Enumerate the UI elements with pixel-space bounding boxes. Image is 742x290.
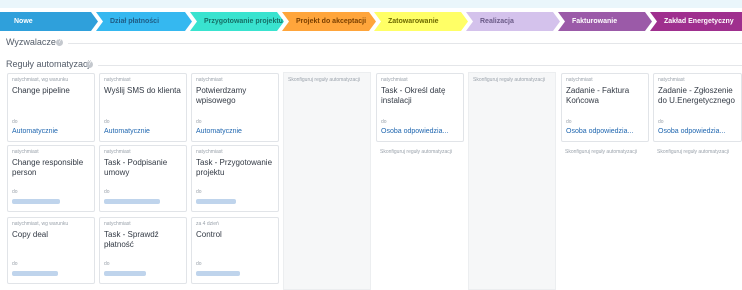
rule-condition: za 4 dzień <box>196 221 219 227</box>
rule-do-label: do <box>12 261 18 267</box>
configure-rules-link[interactable]: Skonfiguruj reguły automatyzacji <box>288 77 360 83</box>
rule-card-sms[interactable]: natychmiast Wyślij SMS do klienta do Aut… <box>99 73 187 142</box>
rule-responsible[interactable]: Automatycznie <box>12 128 58 135</box>
automation-help-icon[interactable]: ? <box>86 61 93 68</box>
rule-condition: natychmiast <box>566 77 593 83</box>
rule-title: Task - Sprawdź płatność <box>104 230 159 249</box>
redacted-responsible <box>12 271 58 276</box>
stage-przygotowanie-projektu[interactable]: Przygotowanie projektu <box>190 12 284 31</box>
rule-condition: natychmiast <box>104 221 131 227</box>
rule-condition: natychmiast <box>196 149 223 155</box>
redacted-responsible <box>196 271 240 276</box>
rule-title: Task - Przygotowanie projektu <box>196 158 273 177</box>
rule-card-change-responsible[interactable]: natychmiast Change responsible person do <box>7 145 95 212</box>
rule-title: Task - Podpisanie umowy <box>104 158 168 177</box>
rule-title: Wyślij SMS do klienta <box>104 86 181 95</box>
triggers-help-icon[interactable]: ? <box>56 39 63 46</box>
rule-do-label: do <box>196 189 202 195</box>
rule-title: Copy deal <box>12 230 49 239</box>
rule-responsible[interactable]: Osoba odpowiedzia... <box>566 128 633 135</box>
rule-title: Change responsible person <box>12 158 84 177</box>
rule-condition: natychmiast <box>196 77 223 83</box>
rule-do-label: do <box>566 119 572 125</box>
rule-condition: natychmiast <box>658 77 685 83</box>
rule-title: Control <box>196 230 222 239</box>
rule-do-label: do <box>104 189 110 195</box>
configure-rules-link[interactable]: Skonfiguruj reguły automatyzacji <box>380 149 452 155</box>
automation-divider <box>98 65 742 66</box>
stage-dzial-platnosci[interactable]: Dział płatności <box>96 12 192 31</box>
rule-do-label: do <box>12 119 18 125</box>
configure-rules-link[interactable]: Skonfiguruj reguły automatyzacji <box>473 77 545 83</box>
rule-title: Zadanie - Faktura Końcowa <box>566 86 630 105</box>
rule-condition: natychmiast <box>12 149 39 155</box>
redacted-responsible <box>196 199 236 204</box>
redacted-responsible <box>104 199 160 204</box>
rule-do-label: do <box>104 119 110 125</box>
rule-card-data-instalacji[interactable]: natychmiast Task - Określ datę instalacj… <box>376 73 464 142</box>
rule-do-label: do <box>381 119 387 125</box>
triggers-divider <box>68 43 742 44</box>
rule-do-label: do <box>196 119 202 125</box>
stage-zaklad-energetyczny[interactable]: Zakład Energetyczny <box>650 12 742 31</box>
rule-condition: natychmiast <box>104 77 131 83</box>
rule-condition: natychmiast, wg warunku <box>12 77 69 83</box>
pipeline-stages: Nowe Dział płatności Przygotowanie proje… <box>0 12 742 31</box>
rule-do-label: do <box>12 189 18 195</box>
automation-heading: Reguły automatyzacji <box>6 59 92 69</box>
top-strip <box>0 0 742 8</box>
redacted-responsible <box>12 199 60 204</box>
rule-title: Zadanie - Zgłoszenie do U.Energetycznego <box>658 86 735 105</box>
rule-condition: natychmiast <box>104 149 131 155</box>
rule-card-control[interactable]: za 4 dzień Control do <box>191 217 279 284</box>
rule-card-podpisanie-umowy[interactable]: natychmiast Task - Podpisanie umowy do <box>99 145 187 212</box>
rule-responsible[interactable]: Osoba odpowiedzia... <box>658 128 725 135</box>
configure-rules-link[interactable]: Skonfiguruj reguły automatyzacji <box>657 149 729 155</box>
rule-responsible[interactable]: Automatycznie <box>104 128 150 135</box>
stage-realizacja[interactable]: Realizacja <box>466 12 560 31</box>
rule-responsible[interactable]: Osoba odpowiedzia... <box>381 128 448 135</box>
rule-title: Change pipeline <box>12 86 70 95</box>
rule-do-label: do <box>658 119 664 125</box>
rule-condition: natychmiast, wg warunku <box>12 221 69 227</box>
rule-title: Potwierdzamy wpisowego <box>196 86 247 105</box>
rule-card-change-pipeline[interactable]: natychmiast, wg warunku Change pipeline … <box>7 73 95 142</box>
rule-card-przygotowanie-projektu[interactable]: natychmiast Task - Przygotowanie projekt… <box>191 145 279 212</box>
rule-card-zgloszenie[interactable]: natychmiast Zadanie - Zgłoszenie do U.En… <box>653 73 742 142</box>
stage-zatowarowanie[interactable]: Zatowarowanie <box>374 12 468 31</box>
stage-projekt-do-akceptacji[interactable]: Projekt do akceptacji <box>282 12 376 31</box>
rule-card-faktura-koncowa[interactable]: natychmiast Zadanie - Faktura Końcowa do… <box>561 73 649 142</box>
stage-nowe[interactable]: Nowe <box>0 12 98 31</box>
rule-card-copy-deal[interactable]: natychmiast, wg warunku Copy deal do <box>7 217 95 284</box>
rule-do-label: do <box>104 261 110 267</box>
rule-title: Task - Określ datę instalacji <box>381 86 446 105</box>
column-realizacja <box>468 72 556 290</box>
column-projekt-do-akceptacji <box>283 72 371 290</box>
rule-do-label: do <box>196 261 202 267</box>
rule-card-sprawdz-platnosc[interactable]: natychmiast Task - Sprawdź płatność do <box>99 217 187 284</box>
rule-condition: natychmiast <box>381 77 408 83</box>
configure-rules-link[interactable]: Skonfiguruj reguły automatyzacji <box>565 149 637 155</box>
rule-responsible[interactable]: Automatycznie <box>196 128 242 135</box>
stage-fakturowanie[interactable]: Fakturowanie <box>558 12 652 31</box>
triggers-heading: Wyzwalacze <box>6 37 56 47</box>
rule-card-potwierdzamy[interactable]: natychmiast Potwierdzamy wpisowego do Au… <box>191 73 279 142</box>
redacted-responsible <box>104 271 146 276</box>
